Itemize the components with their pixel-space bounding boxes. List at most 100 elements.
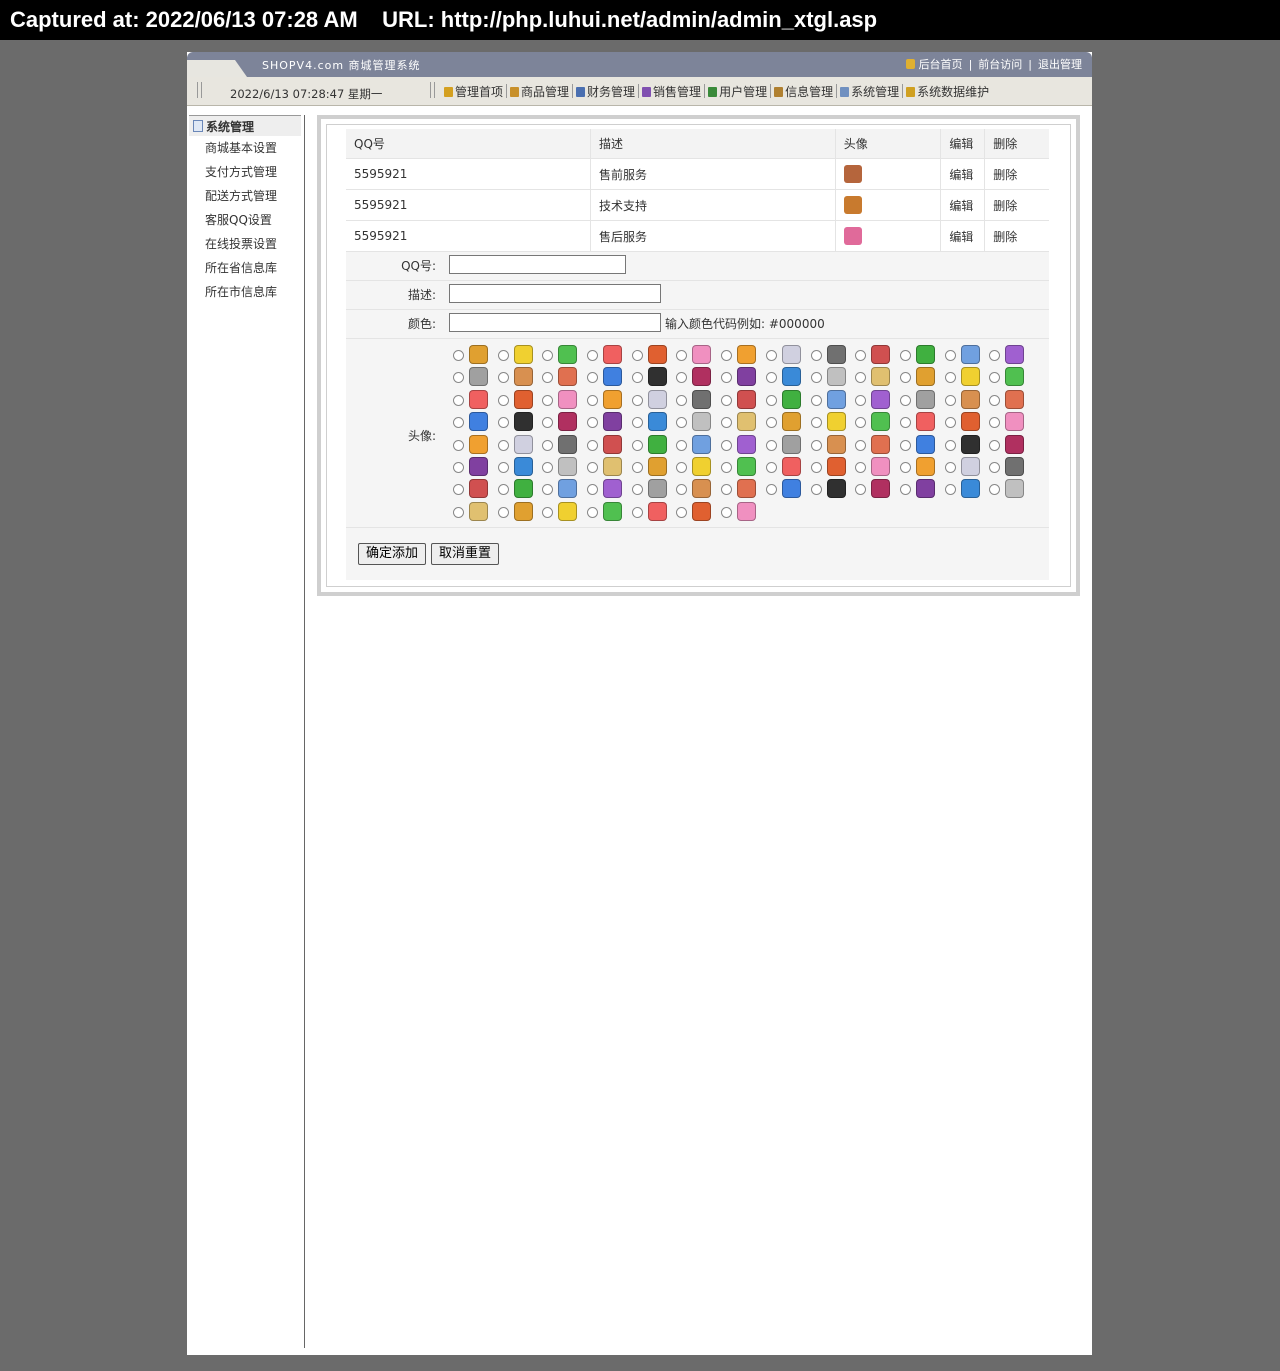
sidebar-item-1[interactable]: 商城基本设置 xyxy=(189,136,301,160)
sidebar-item-4[interactable]: 客服QQ设置 xyxy=(189,208,301,232)
avatar-radio[interactable] xyxy=(587,417,599,429)
avatar-radio[interactable] xyxy=(676,461,688,473)
avatar-option[interactable] xyxy=(987,455,1032,477)
avatar-radio[interactable] xyxy=(810,372,822,384)
avatar-option[interactable] xyxy=(853,388,898,410)
avatar-option[interactable] xyxy=(853,410,898,432)
avatar-option[interactable] xyxy=(898,433,943,455)
avatar-radio[interactable] xyxy=(721,417,733,429)
avatar-option[interactable] xyxy=(630,477,675,499)
avatar-radio[interactable] xyxy=(676,506,688,518)
avatar-option[interactable] xyxy=(987,343,1032,365)
avatar-option[interactable] xyxy=(630,500,675,522)
avatar-radio[interactable] xyxy=(453,506,464,518)
avatar-option[interactable] xyxy=(585,433,630,455)
avatar-option[interactable] xyxy=(853,433,898,455)
avatar-option[interactable] xyxy=(496,343,541,365)
avatar-radio[interactable] xyxy=(453,394,464,406)
menu-item-7[interactable]: 系统管理 xyxy=(837,83,902,100)
menu-item-3[interactable]: 财务管理 xyxy=(573,83,638,100)
avatar-option[interactable] xyxy=(674,410,719,432)
avatar-option[interactable] xyxy=(987,477,1032,499)
menu-item-4[interactable]: 销售管理 xyxy=(639,83,704,100)
avatar-radio[interactable] xyxy=(721,394,733,406)
avatar-option[interactable] xyxy=(898,343,943,365)
avatar-option[interactable] xyxy=(764,388,809,410)
avatar-radio[interactable] xyxy=(497,394,509,406)
avatar-radio[interactable] xyxy=(810,439,822,451)
avatar-radio[interactable] xyxy=(989,417,1001,429)
avatar-option[interactable] xyxy=(451,455,496,477)
color-input[interactable] xyxy=(449,313,661,332)
avatar-option[interactable] xyxy=(898,455,943,477)
avatar-option[interactable] xyxy=(630,455,675,477)
avatar-option[interactable] xyxy=(809,455,854,477)
avatar-option[interactable] xyxy=(987,410,1032,432)
avatar-option[interactable] xyxy=(585,388,630,410)
avatar-radio[interactable] xyxy=(855,439,867,451)
avatar-option[interactable] xyxy=(719,455,764,477)
avatar-radio[interactable] xyxy=(899,417,911,429)
desc-input[interactable] xyxy=(449,284,661,303)
avatar-radio[interactable] xyxy=(676,484,688,496)
avatar-radio[interactable] xyxy=(810,394,822,406)
avatar-radio[interactable] xyxy=(631,372,643,384)
avatar-radio[interactable] xyxy=(587,461,599,473)
avatar-option[interactable] xyxy=(540,343,585,365)
avatar-radio[interactable] xyxy=(631,484,643,496)
avatar-option[interactable] xyxy=(809,477,854,499)
avatar-option[interactable] xyxy=(898,477,943,499)
avatar-option[interactable] xyxy=(674,365,719,387)
avatar-option[interactable] xyxy=(943,365,988,387)
avatar-radio[interactable] xyxy=(944,439,956,451)
avatar-radio[interactable] xyxy=(676,372,688,384)
avatar-radio[interactable] xyxy=(721,439,733,451)
avatar-radio[interactable] xyxy=(676,394,688,406)
avatar-radio[interactable] xyxy=(899,484,911,496)
avatar-radio[interactable] xyxy=(631,417,643,429)
avatar-option[interactable] xyxy=(987,388,1032,410)
avatar-option[interactable] xyxy=(496,388,541,410)
avatar-radio[interactable] xyxy=(453,461,464,473)
avatar-radio[interactable] xyxy=(989,394,1001,406)
avatar-radio[interactable] xyxy=(453,439,464,451)
avatar-option[interactable] xyxy=(674,343,719,365)
avatar-radio[interactable] xyxy=(497,350,509,361)
avatar-radio[interactable] xyxy=(765,394,777,406)
avatar-option[interactable] xyxy=(585,365,630,387)
avatar-radio[interactable] xyxy=(587,484,599,496)
avatar-option[interactable] xyxy=(451,343,496,365)
menu-item-1[interactable]: 管理首项 xyxy=(441,83,506,100)
menu-item-2[interactable]: 商品管理 xyxy=(507,83,572,100)
avatar-option[interactable] xyxy=(540,500,585,522)
avatar-radio[interactable] xyxy=(631,350,643,361)
sidebar-item-2[interactable]: 支付方式管理 xyxy=(189,160,301,184)
avatar-radio[interactable] xyxy=(989,461,1001,473)
avatar-option[interactable] xyxy=(764,365,809,387)
avatar-radio[interactable] xyxy=(765,417,777,429)
avatar-radio[interactable] xyxy=(765,350,777,361)
sidebar-item-3[interactable]: 配送方式管理 xyxy=(189,184,301,208)
avatar-option[interactable] xyxy=(496,455,541,477)
avatar-option[interactable] xyxy=(451,365,496,387)
avatar-radio[interactable] xyxy=(497,506,509,518)
avatar-radio[interactable] xyxy=(989,372,1001,384)
avatar-radio[interactable] xyxy=(810,484,822,496)
avatar-radio[interactable] xyxy=(587,394,599,406)
avatar-option[interactable] xyxy=(451,388,496,410)
avatar-option[interactable] xyxy=(585,477,630,499)
avatar-option[interactable] xyxy=(764,433,809,455)
link-frontend[interactable]: 前台访问 xyxy=(978,58,1022,71)
avatar-option[interactable] xyxy=(943,433,988,455)
avatar-radio[interactable] xyxy=(497,484,509,496)
avatar-radio[interactable] xyxy=(631,394,643,406)
avatar-radio[interactable] xyxy=(453,350,464,361)
avatar-option[interactable] xyxy=(764,343,809,365)
avatar-option[interactable] xyxy=(853,343,898,365)
avatar-radio[interactable] xyxy=(676,350,688,361)
avatar-option[interactable] xyxy=(630,410,675,432)
avatar-radio[interactable] xyxy=(944,417,956,429)
avatar-option[interactable] xyxy=(630,388,675,410)
delete-link[interactable]: 删除 xyxy=(984,220,1049,252)
avatar-radio[interactable] xyxy=(631,439,643,451)
